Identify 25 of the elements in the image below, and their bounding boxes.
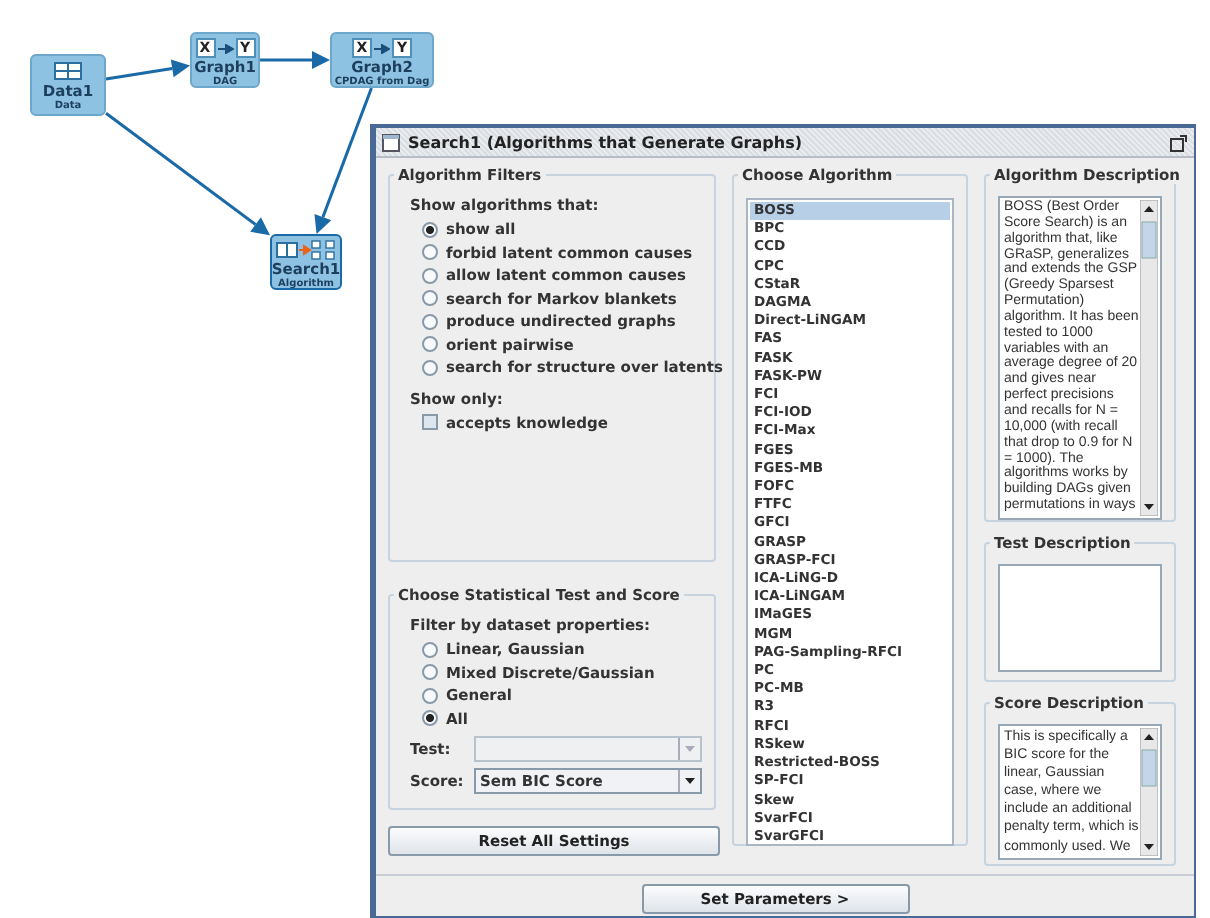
scrollbar[interactable] bbox=[1140, 728, 1159, 856]
radio-button[interactable] bbox=[422, 290, 438, 307]
edge-arrow bbox=[105, 59, 190, 81]
edge-arrow bbox=[260, 51, 330, 69]
caret-icon bbox=[678, 770, 700, 792]
radio-button[interactable] bbox=[422, 244, 438, 261]
window-title: Search1 (Algorithms that Generate Graphs) bbox=[408, 133, 802, 151]
arrow-icon bbox=[217, 43, 233, 53]
window-icon bbox=[382, 133, 400, 151]
arrow-icon bbox=[374, 43, 390, 53]
table-icon bbox=[54, 62, 82, 80]
maximize-icon[interactable] bbox=[1170, 133, 1188, 151]
checkbox[interactable] bbox=[422, 414, 438, 431]
radio-button[interactable] bbox=[422, 359, 438, 376]
caret-icon bbox=[678, 738, 700, 760]
radio-button[interactable] bbox=[422, 313, 438, 330]
search-graph-icon bbox=[276, 240, 336, 260]
radio-button[interactable] bbox=[422, 664, 438, 681]
radio-button[interactable] bbox=[422, 641, 438, 658]
radio-button[interactable] bbox=[422, 221, 438, 238]
scrollbar[interactable] bbox=[1140, 200, 1159, 516]
radio-button[interactable] bbox=[422, 336, 438, 353]
radio-button[interactable] bbox=[422, 687, 438, 704]
radio-button[interactable] bbox=[422, 710, 438, 727]
radio-button[interactable] bbox=[422, 267, 438, 284]
